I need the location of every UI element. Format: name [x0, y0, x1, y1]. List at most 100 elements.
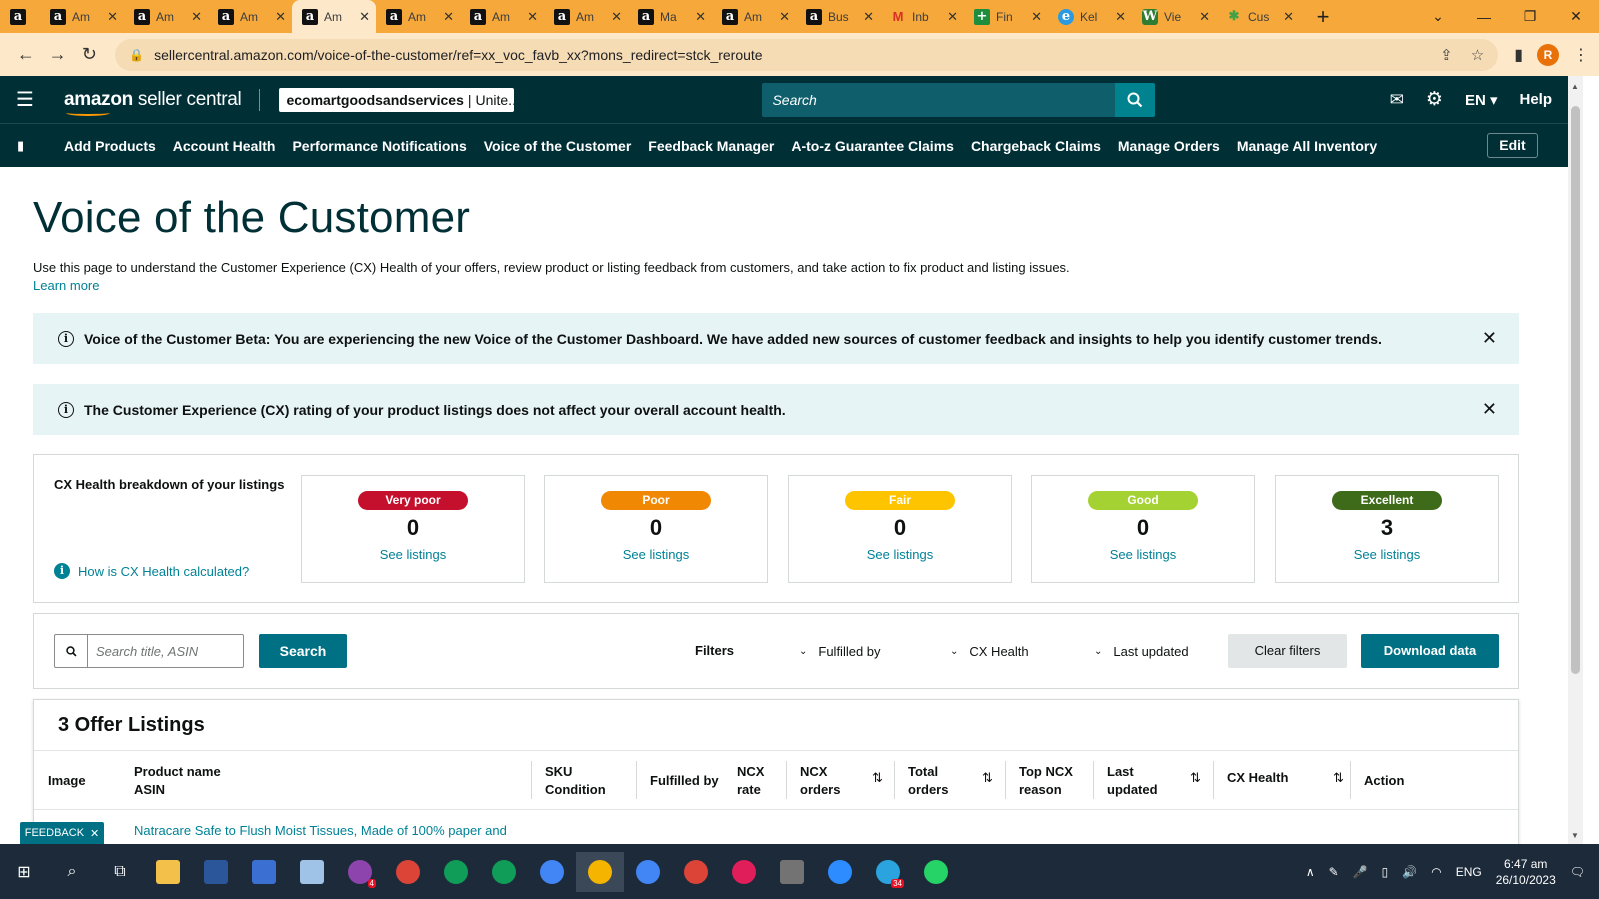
browser-tab[interactable]: a Am ✕ — [292, 0, 376, 33]
nav-item-add-products[interactable]: Add Products — [64, 138, 156, 154]
windows-start-icon[interactable]: ⊞ — [0, 852, 48, 892]
browser-tab[interactable]: a Am ✕ — [376, 0, 460, 33]
nav-item-voice-of-the-customer[interactable]: Voice of the Customer — [484, 138, 632, 154]
bookmark-icon[interactable]: ▮ — [17, 138, 29, 154]
browser-tab[interactable]: a Ma ✕ — [628, 0, 712, 33]
edit-nav-button[interactable]: Edit — [1487, 133, 1538, 158]
word-doc-icon[interactable] — [240, 852, 288, 892]
help-link[interactable]: Help — [1519, 91, 1552, 108]
battery-icon[interactable]: ▯ — [1382, 865, 1389, 879]
cx-health-help-link[interactable]: i How is CX Health calculated? — [54, 563, 249, 579]
reload-button[interactable]: ↻ — [73, 44, 105, 65]
microphone-icon[interactable]: 🎤 — [1353, 865, 1368, 879]
lock-icon[interactable]: 🔒 — [129, 48, 144, 62]
chrome-active-icon[interactable] — [576, 851, 624, 892]
close-tab-icon[interactable]: ✕ — [947, 9, 958, 25]
browser-tab[interactable]: a Am ✕ — [712, 0, 796, 33]
sort-icon[interactable]: ⇅ — [1190, 769, 1201, 787]
see-listings-link[interactable]: See listings — [789, 547, 1011, 562]
nav-item-chargeback-claims[interactable]: Chargeback Claims — [971, 138, 1101, 154]
browser-tab[interactable]: a — [0, 0, 40, 33]
url-field[interactable]: 🔒 sellercentral.amazon.com/voice-of-the-… — [115, 38, 1499, 71]
chrome-icon[interactable] — [528, 852, 576, 892]
close-tab-icon[interactable]: ✕ — [1199, 9, 1210, 25]
chrome-icon[interactable] — [480, 852, 528, 892]
close-tab-icon[interactable]: ✕ — [527, 9, 538, 25]
browser-tab[interactable]: a Am ✕ — [124, 0, 208, 33]
forward-button[interactable]: → — [42, 44, 74, 65]
clock[interactable]: 6:47 am 26/10/2023 — [1496, 856, 1556, 888]
browser-tab[interactable]: W Vie ✕ — [1132, 0, 1216, 33]
scroll-down-icon[interactable]: ▼ — [1571, 831, 1579, 840]
pen-icon[interactable]: ✎ — [1329, 865, 1339, 879]
whatsapp-icon[interactable] — [912, 852, 960, 892]
nav-item-a-to-z-guarantee-claims[interactable]: A-to-z Guarantee Claims — [791, 138, 954, 154]
language-selector[interactable]: EN ▾ — [1465, 91, 1498, 109]
notification-icon[interactable]: 🗨 — [1570, 865, 1585, 879]
language-indicator[interactable]: ENG — [1456, 865, 1482, 879]
close-tab-icon[interactable]: ✕ — [443, 9, 454, 25]
sort-icon[interactable]: ⇅ — [982, 769, 993, 787]
close-icon[interactable]: ✕ — [1482, 399, 1497, 420]
col-last-updated[interactable]: Last updated ⇅ — [1107, 763, 1207, 799]
cx-health-dropdown[interactable]: ⌄ CX Health — [950, 644, 1029, 659]
close-tab-icon[interactable]: ✕ — [1031, 9, 1042, 25]
browser-tab[interactable]: a Am ✕ — [40, 0, 124, 33]
see-listings-link[interactable]: See listings — [1032, 547, 1254, 562]
profile-avatar[interactable]: R — [1537, 43, 1559, 66]
file-explorer-icon[interactable] — [144, 852, 192, 892]
chrome-icon[interactable] — [624, 852, 672, 892]
notes-icon[interactable] — [288, 852, 336, 892]
browser-tab[interactable]: a Am ✕ — [208, 0, 292, 33]
tab-search-icon[interactable]: ⌄ — [1415, 8, 1461, 25]
zoom-icon[interactable] — [816, 852, 864, 892]
close-tab-icon[interactable]: ✕ — [863, 9, 874, 25]
header-search-input[interactable]: Search — [762, 82, 1116, 117]
close-icon[interactable]: ✕ — [90, 827, 99, 840]
learn-more-link[interactable]: Learn more — [33, 278, 99, 293]
nav-item-account-health[interactable]: Account Health — [173, 138, 276, 154]
browser-tab[interactable]: ✱ Cus ✕ — [1216, 0, 1300, 33]
nav-item-manage-all-inventory[interactable]: Manage All Inventory — [1237, 138, 1377, 154]
close-window-button[interactable]: ✕ — [1553, 8, 1599, 25]
chrome-profile-icon[interactable] — [384, 852, 432, 892]
fulfilled-by-dropdown[interactable]: ⌄ Fulfilled by — [799, 644, 881, 659]
word-icon[interactable] — [192, 852, 240, 892]
chrome-icon[interactable] — [432, 852, 480, 892]
close-icon[interactable]: ✕ — [1482, 328, 1497, 349]
taskbar-search-icon[interactable]: ⌕ — [48, 852, 96, 892]
slack-icon[interactable] — [720, 852, 768, 892]
close-tab-icon[interactable]: ✕ — [1283, 9, 1294, 25]
close-tab-icon[interactable]: ✕ — [611, 9, 622, 25]
chevron-up-icon[interactable]: ∧ — [1306, 865, 1315, 879]
scroll-up-icon[interactable]: ▲ — [1571, 82, 1579, 91]
minimize-button[interactable]: — — [1461, 9, 1507, 25]
col-total-orders[interactable]: Total orders ⇅ — [908, 763, 998, 799]
browser-tab[interactable]: + Fin ✕ — [964, 0, 1048, 33]
chrome-app-icon[interactable]: 4 — [336, 852, 384, 892]
telegram-icon[interactable]: 34 — [864, 852, 912, 892]
clear-filters-button[interactable]: Clear filters — [1228, 634, 1347, 668]
close-tab-icon[interactable]: ✕ — [359, 9, 370, 25]
page-scrollbar[interactable]: ▲ ▼ — [1568, 76, 1583, 844]
close-tab-icon[interactable]: ✕ — [275, 9, 286, 25]
feedback-tab[interactable]: FEEDBACK ✕ — [20, 822, 104, 844]
browser-tab[interactable]: a Am ✕ — [544, 0, 628, 33]
mail-icon[interactable]: ✉ — [1390, 90, 1404, 110]
scroll-thumb[interactable] — [1571, 106, 1580, 674]
search-button[interactable]: Search — [259, 634, 347, 668]
hamburger-menu-icon[interactable]: ☰ — [16, 87, 36, 112]
wifi-icon[interactable]: ◠ — [1431, 865, 1441, 879]
last-updated-dropdown[interactable]: ⌄ Last updated — [1094, 644, 1189, 659]
browser-menu-icon[interactable]: ⋮ — [1573, 45, 1589, 65]
close-tab-icon[interactable]: ✕ — [695, 9, 706, 25]
download-data-button[interactable]: Download data — [1361, 634, 1499, 668]
close-tab-icon[interactable]: ✕ — [107, 9, 118, 25]
sort-icon[interactable]: ⇅ — [872, 769, 883, 787]
see-listings-link[interactable]: See listings — [302, 547, 524, 562]
side-panel-icon[interactable]: ▮ — [1514, 45, 1523, 65]
task-view-icon[interactable]: ⧉ — [96, 852, 144, 892]
see-listings-link[interactable]: See listings — [545, 547, 767, 562]
close-tab-icon[interactable]: ✕ — [1115, 9, 1126, 25]
bookmark-star-icon[interactable]: ☆ — [1471, 46, 1484, 64]
